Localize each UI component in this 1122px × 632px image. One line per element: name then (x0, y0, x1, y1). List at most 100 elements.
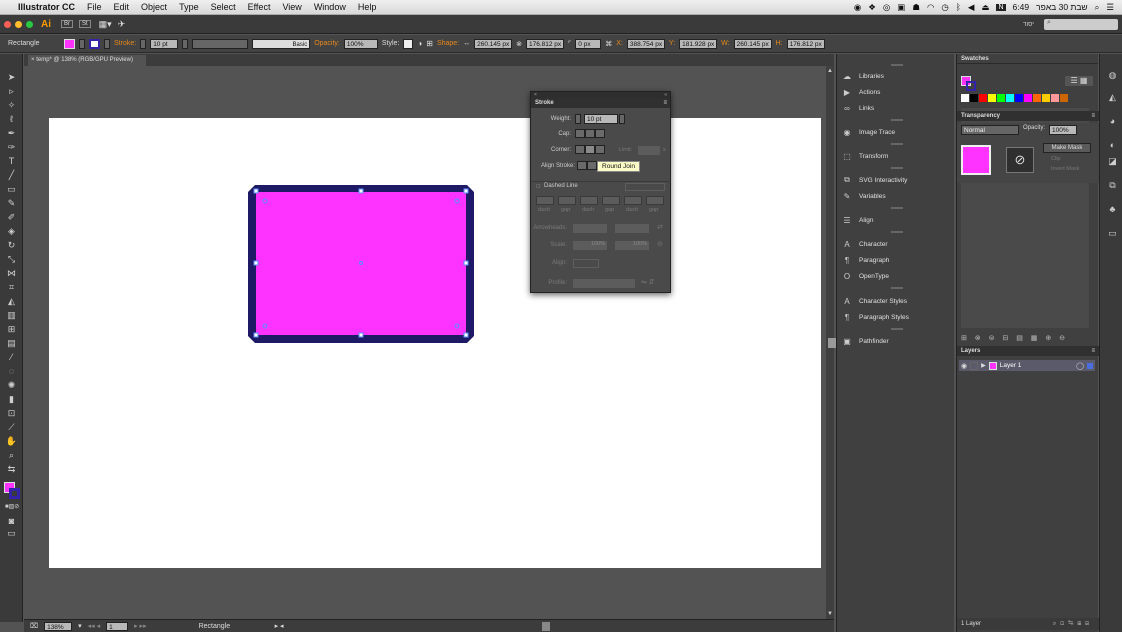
gap-1-field[interactable] (558, 196, 576, 205)
dropbox-icon[interactable]: ❖ (868, 2, 876, 13)
end-arrowhead-select[interactable] (615, 224, 649, 233)
recolor-icon[interactable]: ◑ (417, 39, 422, 48)
menu-effect[interactable]: Effect (242, 2, 277, 12)
stroke-swatch[interactable] (89, 38, 100, 49)
weight-dropdown-icon[interactable] (619, 114, 625, 124)
menu-edit[interactable]: Edit (108, 2, 136, 12)
swap-arrowheads-icon[interactable]: ⇄ (657, 223, 663, 231)
stock-button[interactable]: St (79, 20, 91, 28)
scroll-up-icon[interactable]: ▲ (827, 68, 833, 74)
tab-close-icon[interactable]: × (31, 57, 35, 63)
type-tool-icon[interactable]: T (5, 156, 18, 167)
align-inside-icon[interactable] (587, 161, 597, 170)
free-transform-tool-icon[interactable]: ⌗ (5, 282, 18, 293)
link-icon[interactable]: ⊗ (516, 40, 522, 48)
rectangle-tool-icon[interactable]: ▭ (5, 184, 18, 195)
record-icon[interactable]: ◉ (854, 2, 861, 13)
x-label[interactable]: X: (616, 40, 623, 47)
spotlight-icon[interactable]: ⌕ (1095, 2, 1100, 13)
dash-1-field[interactable] (536, 196, 554, 205)
stroke-panel[interactable]: × « Stroke ≡ Weight: 10 pt Cap: Corner: Li… (530, 91, 671, 293)
status-tool[interactable]: Rectangle (199, 623, 269, 630)
swatch-color[interactable] (1024, 94, 1032, 102)
evernote-icon[interactable]: ☗ (912, 2, 920, 13)
layer-row[interactable]: ◉ ▶ Layer 1 ◯ (959, 360, 1095, 371)
shape-height-field[interactable]: 176.812 px (526, 38, 564, 49)
eject-icon[interactable]: ⏏ (981, 2, 989, 13)
swatch-color[interactable] (1015, 94, 1023, 102)
opentype-panel-button[interactable]: O OpenType (841, 269, 951, 283)
menu-type[interactable]: Type (173, 2, 205, 12)
image-trace-panel-button[interactable]: ◉ Image Trace (841, 125, 951, 139)
variable-width-profile[interactable] (192, 38, 249, 49)
screen-icon[interactable]: ▣ (897, 2, 905, 13)
character-panel-button[interactable]: A Character (841, 237, 951, 251)
gradient-tool-icon[interactable]: ▤ (5, 338, 18, 349)
swatch-color[interactable] (979, 94, 987, 102)
weight-field[interactable]: 10 pt (584, 114, 618, 124)
swatch-color[interactable] (997, 94, 1005, 102)
scale-tool-icon[interactable]: ⤡ (5, 254, 18, 265)
y-label[interactable]: Y: (669, 40, 675, 47)
stroke-color-box[interactable] (9, 488, 20, 499)
h-field[interactable]: 176.812 px (786, 38, 825, 49)
dash-3-field[interactable] (624, 196, 642, 205)
zoom-field[interactable]: 138% (44, 621, 73, 631)
opacity-label[interactable]: Opacity: (314, 40, 340, 47)
layers-footer-icons[interactable]: ⌕⊡↹⊞⊟ (1053, 621, 1093, 628)
start-arrowhead-select[interactable] (573, 224, 607, 233)
shape-builder-tool-icon[interactable]: ◭ (5, 296, 18, 307)
zoom-window-icon[interactable] (26, 20, 33, 28)
layer-name[interactable]: Layer 1 (1000, 362, 1022, 369)
mask-thumbnail[interactable]: ⊘ (1006, 147, 1034, 173)
direct-selection-tool-icon[interactable]: ▹ (5, 86, 18, 97)
flip-profile-icon[interactable]: ⇋ ⇵ (641, 278, 655, 286)
make-mask-button[interactable]: Make Mask (1043, 143, 1091, 153)
lasso-tool-icon[interactable]: ℓ (5, 114, 18, 125)
zoom-dropdown-icon[interactable]: ▾ (78, 622, 82, 630)
pathfinder-panel-button[interactable]: ▣ Pathfinder (841, 334, 951, 348)
swatches-fill-stroke[interactable] (961, 76, 977, 92)
svg-interactivity-panel-button[interactable]: ⧉ SVG Interactivity (841, 173, 951, 187)
w-field[interactable]: 260.145 px (733, 38, 772, 49)
transparency-thumbnail[interactable] (961, 145, 991, 175)
line-tool-icon[interactable]: ╱ (5, 170, 18, 181)
brushes-panel-icon[interactable]: ◪ (1106, 156, 1119, 167)
link-scale-icon[interactable]: ⊝ (657, 240, 663, 248)
blend-mode-select[interactable]: Normal (961, 125, 1019, 135)
menu-object[interactable]: Object (135, 2, 173, 12)
layer-expand-icon[interactable]: ▶ (981, 362, 986, 369)
align-icon[interactable]: ⊞ (426, 39, 433, 48)
x-field[interactable]: 388.754 px (626, 38, 665, 49)
hand-tool-icon[interactable]: ✋ (5, 436, 18, 447)
gap-2-field[interactable] (602, 196, 620, 205)
magic-wand-tool-icon[interactable]: ✧ (5, 100, 18, 111)
input-source-icon[interactable]: N (996, 3, 1006, 11)
swatch-color[interactable] (970, 94, 978, 102)
stroke-stepper-icon[interactable] (140, 38, 147, 49)
minimize-window-icon[interactable] (15, 20, 22, 28)
shape-label[interactable]: Shape: (437, 40, 459, 47)
symbols-panel-icon[interactable]: ⧉ (1106, 180, 1119, 191)
column-graph-tool-icon[interactable]: ▮ (5, 394, 18, 405)
scroll-thumb[interactable] (828, 338, 836, 348)
blend-tool-icon[interactable]: ◌ (5, 366, 18, 377)
arrow-align-icons[interactable] (573, 259, 599, 268)
stroke-dropdown-icon[interactable] (104, 38, 110, 49)
stroke-panel-tab[interactable]: Stroke ≡ (531, 98, 670, 108)
prev-artboard-icon[interactable]: ◂◂ ◂ (88, 622, 101, 630)
layer-target-icon[interactable]: ◯ (1076, 362, 1084, 370)
dashed-line-checkbox[interactable]: ☐ (536, 184, 540, 190)
round-join-icon[interactable] (585, 145, 595, 154)
w-label[interactable]: W: (721, 40, 729, 47)
creative-cloud-icon[interactable]: ◎ (883, 2, 890, 13)
bevel-join-icon[interactable] (595, 145, 605, 154)
artboard-nav-icon[interactable]: ⌧ (30, 622, 38, 630)
perspective-grid-tool-icon[interactable]: ▥ (5, 310, 18, 321)
menu-view[interactable]: View (276, 2, 307, 12)
bluetooth-icon[interactable]: ᛒ (956, 2, 961, 12)
draw-mode-icon[interactable]: ◙ (5, 516, 18, 527)
swatch-list-view-icon[interactable]: ☰ ▦ (1065, 76, 1093, 86)
menu-help[interactable]: Help (352, 2, 383, 12)
layers-menu-icon[interactable]: ≡ (1091, 346, 1095, 356)
